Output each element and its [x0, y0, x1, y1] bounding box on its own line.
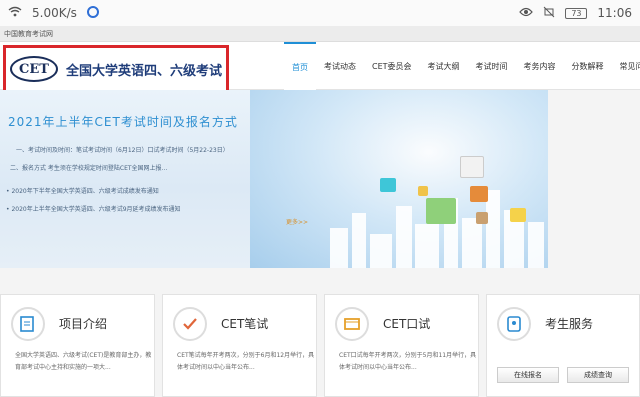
checkmark-icon: [173, 307, 207, 341]
nav-exam-time[interactable]: 考试时间: [468, 42, 516, 90]
card-candidate-service: 考生服务 在线报名 成绩查询: [486, 294, 640, 397]
oral-test-icon: [335, 307, 369, 341]
online-signup-button[interactable]: 在线报名: [497, 367, 559, 383]
banner-news-link[interactable]: • 2020年下半年全国大学英语四、六级考试成绩发布通知: [6, 186, 159, 195]
more-link[interactable]: 更多>>: [286, 217, 308, 226]
card-written-test[interactable]: CET笔试 CET笔试每年开考两次，分别于6月和12月举行，具体考试时间以中心当…: [162, 294, 317, 397]
url-bar[interactable]: 中国教育考试网: [0, 26, 640, 42]
network-speed: 5.00K/s: [32, 6, 77, 20]
site-logo[interactable]: CET 全国大学英语四、六级考试: [3, 45, 229, 93]
card-oral-test[interactable]: CET口试 CET口试每年开考两次，分别于5月和11月举行，具体考试时间以中心当…: [324, 294, 479, 397]
cet-logo-icon: CET: [10, 56, 58, 82]
document-icon: [11, 307, 45, 341]
logo-text: CET: [19, 61, 49, 77]
url-text: 中国教育考试网: [4, 30, 53, 38]
card-title: CET口试: [383, 317, 431, 331]
card-description: 全国大学英语四、六级考试(CET)是教育部主办，教育部考试中心主持和实施的一项大…: [15, 352, 152, 371]
id-card-icon: [497, 307, 531, 341]
nav-faq[interactable]: 常见问题: [612, 42, 640, 90]
nav-score-explain[interactable]: 分数解释: [564, 42, 612, 90]
eye-icon: [519, 6, 534, 20]
banner-title[interactable]: 2021年上半年CET考试时间及报名方式: [8, 113, 238, 130]
card-description: CET口试每年开考两次，分别于5月和11月举行，具体考试时间以中心当年公布...: [339, 352, 477, 371]
hero-banner: 2021年上半年CET考试时间及报名方式 一、考试时间及时间：笔试考试时间（6月…: [0, 90, 548, 268]
nav-syllabus[interactable]: 考试大纲: [420, 42, 468, 90]
nav-exam-affairs[interactable]: 考务内容: [516, 42, 564, 90]
nav-cet-committee[interactable]: CET委员会: [364, 42, 420, 90]
site-header: CET 全国大学英语四、六级考试 首页 考试动态 CET委员会 考试大纲 考试时…: [0, 42, 640, 93]
mute-icon: [543, 6, 555, 21]
clock: 11:06: [597, 6, 632, 20]
card-title: CET笔试: [221, 317, 269, 331]
battery-icon: 73: [565, 7, 588, 19]
status-bar: 5.00K/s 73 11:06: [0, 0, 640, 26]
service-cards: 项目介绍 全国大学英语四、六级考试(CET)是教育部主办，教育部考试中心主持和实…: [0, 294, 640, 397]
card-project-intro[interactable]: 项目介绍 全国大学英语四、六级考试(CET)是教育部主办，教育部考试中心主持和实…: [0, 294, 155, 397]
nav-exam-news[interactable]: 考试动态: [316, 42, 364, 90]
browser-icon: [86, 5, 99, 21]
wifi-icon: [8, 6, 22, 20]
banner-signup-method: 二、报名方式 考生须在学校规定时间登陆CET全国网上报...: [10, 165, 168, 172]
card-title: 项目介绍: [59, 317, 108, 331]
banner-exam-time: 一、考试时间及时间：笔试考试时间（6月12日）口试考试时间（5月22-23日）: [16, 147, 229, 154]
banner-news-link[interactable]: • 2020年上半年全国大学英语四、六级考试9月延考成绩发布通知: [6, 204, 181, 213]
card-title: 考生服务: [545, 317, 594, 331]
score-query-button[interactable]: 成绩查询: [567, 367, 629, 383]
main-nav: 首页 考试动态 CET委员会 考试大纲 考试时间 考务内容 分数解释 常见问题: [284, 42, 640, 90]
nav-home[interactable]: 首页: [284, 42, 316, 90]
card-description: CET笔试每年开考两次，分别于6月和12月举行，具体考试时间以中心当年公布...: [177, 352, 315, 371]
site-title: 全国大学英语四、六级考试: [66, 63, 223, 79]
